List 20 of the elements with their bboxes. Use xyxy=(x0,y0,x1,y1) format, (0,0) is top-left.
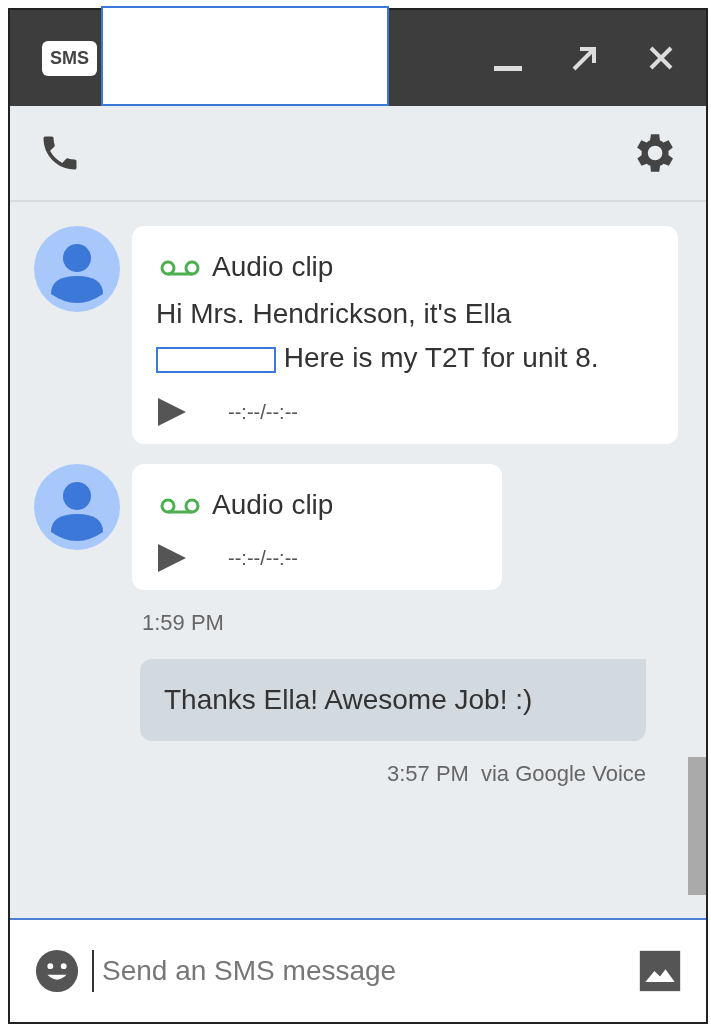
message-field[interactable]: Send an SMS message xyxy=(10,918,706,1022)
via-label: via Google Voice xyxy=(480,760,646,788)
message-text: Hi Mrs. Hendrickson, it's Ella Here is my T2T for unit 8. xyxy=(156,297,600,375)
message-time: 3:57 PM xyxy=(386,760,469,788)
clip-duration: --:--/--:-- xyxy=(228,400,298,425)
message-input[interactable]: Send an SMS message xyxy=(92,950,626,992)
image-icon[interactable] xyxy=(638,949,682,993)
clip-label: Audio clip xyxy=(212,488,334,522)
avatar-icon xyxy=(34,464,120,550)
close-icon[interactable] xyxy=(648,45,674,71)
emoji-icon[interactable] xyxy=(34,948,80,994)
clip-label: Audio clip xyxy=(212,250,334,284)
sent-message-bubble: Thanks Ella! Awesome Job! :) xyxy=(140,659,646,741)
play-icon[interactable] xyxy=(156,542,188,574)
scrollbar-thumb[interactable] xyxy=(688,757,706,895)
message-time: 1:59 PM xyxy=(142,609,225,637)
sms-badge: SMS xyxy=(42,40,97,76)
clip-duration: --:--/--:-- xyxy=(228,546,298,571)
play-icon[interactable] xyxy=(156,396,188,428)
avatar-icon xyxy=(34,226,120,312)
